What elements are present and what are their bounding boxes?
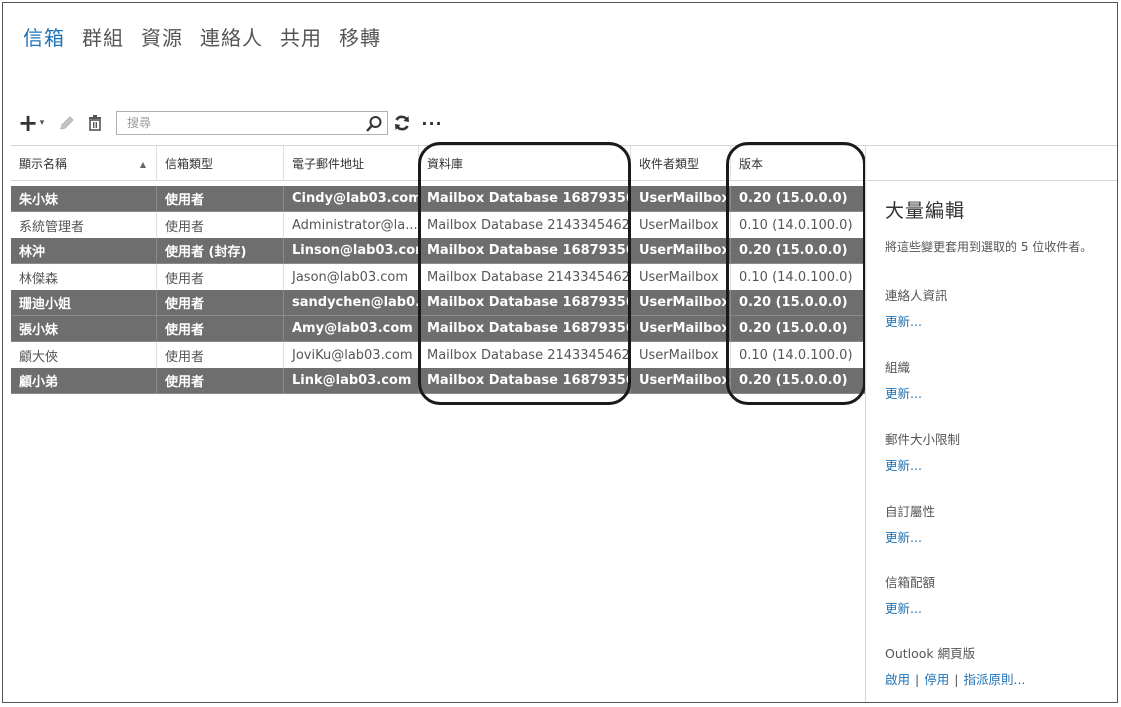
toolbar: + ▾ 搜尋 ··· — [15, 110, 444, 136]
tab-groups[interactable]: 群組 — [82, 22, 124, 51]
enable-link[interactable]: 啟用 — [885, 672, 910, 687]
sort-ascending-icon: ▲ — [139, 160, 146, 169]
section-organization: 組織 更新... — [885, 360, 922, 402]
tab-mailboxes[interactable]: 信箱 — [23, 22, 65, 51]
section-message-size: 郵件大小限制 更新... — [885, 432, 961, 474]
column-header-version[interactable]: 版本 — [731, 146, 865, 180]
grid-rows: 朱小妹 使用者 Cindy@lab03.com Mailbox Database… — [11, 186, 865, 394]
section-contact-info: 連絡人資訊 更新... — [885, 288, 948, 330]
section-custom-attributes: 自訂屬性 更新... — [885, 504, 936, 546]
plus-icon: + — [17, 109, 39, 137]
update-message-size-link[interactable]: 更新... — [885, 455, 922, 474]
tab-migration[interactable]: 移轉 — [339, 22, 381, 51]
edit-button[interactable] — [55, 111, 79, 135]
table-row[interactable]: 林沖 使用者 (封存) Linson@lab03.com Mailbox Dat… — [11, 238, 865, 264]
table-row[interactable]: 顧大俠 使用者 JoviKu@lab03.com Mailbox Databas… — [11, 342, 865, 368]
tab-resources[interactable]: 資源 — [141, 22, 183, 51]
table-row[interactable]: 系統管理者 使用者 Administrator@la... Mailbox Da… — [11, 212, 865, 238]
top-nav: 信箱 群組 資源 連絡人 共用 移轉 — [23, 22, 381, 51]
search-icon[interactable] — [365, 115, 383, 133]
update-organization-link[interactable]: 更新... — [885, 383, 922, 402]
refresh-button[interactable] — [390, 111, 414, 135]
update-custom-attributes-link[interactable]: 更新... — [885, 527, 922, 546]
search-box — [116, 111, 388, 135]
column-header-recipient-type[interactable]: 收件者類型 — [631, 146, 731, 180]
pencil-icon — [60, 116, 74, 130]
delete-button[interactable] — [83, 111, 107, 135]
details-pane: 大量編輯 將這些變更套用到選取的 5 位收件者。 連絡人資訊 更新... 組織 … — [865, 145, 1117, 702]
eac-window: 信箱 群組 資源 連絡人 共用 移轉 + ▾ 搜尋 ··· 顯示名稱 ▲ 信箱類… — [2, 2, 1118, 703]
column-header-email[interactable]: 電子郵件地址 — [284, 146, 419, 180]
disable-link[interactable]: 停用 — [924, 672, 949, 687]
add-dropdown-button[interactable]: ▾ — [37, 111, 47, 135]
ellipsis-icon: ··· — [421, 113, 443, 133]
grid-header: 顯示名稱 ▲ 信箱類型 電子郵件地址 資料庫 收件者類型 版本 — [11, 145, 865, 181]
column-header-mailbox-type[interactable]: 信箱類型 — [157, 146, 284, 180]
search-input[interactable] — [117, 112, 357, 134]
table-row[interactable]: 林傑森 使用者 Jason@lab03.com Mailbox Database… — [11, 264, 865, 290]
recipients-grid: 顯示名稱 ▲ 信箱類型 電子郵件地址 資料庫 收件者類型 版本 朱小妹 使用者 … — [11, 145, 865, 394]
column-header-database[interactable]: 資料庫 — [419, 146, 631, 180]
trash-icon — [89, 115, 101, 131]
table-row[interactable]: 顧小弟 使用者 Link@lab03.com Mailbox Database … — [11, 368, 865, 394]
bulk-edit-description: 將這些變更套用到選取的 5 位收件者。 — [885, 240, 1093, 254]
tab-shared[interactable]: 共用 — [280, 22, 322, 51]
update-mailbox-quota-link[interactable]: 更新... — [885, 598, 922, 617]
table-row[interactable]: 珊迪小姐 使用者 sandychen@lab0... Mailbox Datab… — [11, 290, 865, 316]
section-outlook-web: Outlook 網頁版 啟用 | 停用 | 指派原則... — [885, 646, 1026, 687]
section-mailbox-quota: 信箱配額 更新... — [885, 575, 936, 617]
owa-links: 啟用 | 停用 | 指派原則... — [885, 672, 1026, 687]
caret-down-icon: ▾ — [39, 118, 45, 128]
tab-contacts[interactable]: 連絡人 — [200, 22, 263, 51]
assign-policy-link[interactable]: 指派原則... — [963, 672, 1025, 687]
table-row[interactable]: 張小妹 使用者 Amy@lab03.com Mailbox Database 1… — [11, 316, 865, 342]
refresh-icon — [395, 115, 409, 131]
update-contact-info-link[interactable]: 更新... — [885, 311, 922, 330]
column-header-display-name[interactable]: 顯示名稱 ▲ — [11, 146, 157, 180]
table-row[interactable]: 朱小妹 使用者 Cindy@lab03.com Mailbox Database… — [11, 186, 865, 212]
details-pane-header — [866, 145, 1117, 181]
bulk-edit-title: 大量編輯 — [885, 200, 966, 222]
more-options-button[interactable]: ··· — [420, 111, 444, 135]
